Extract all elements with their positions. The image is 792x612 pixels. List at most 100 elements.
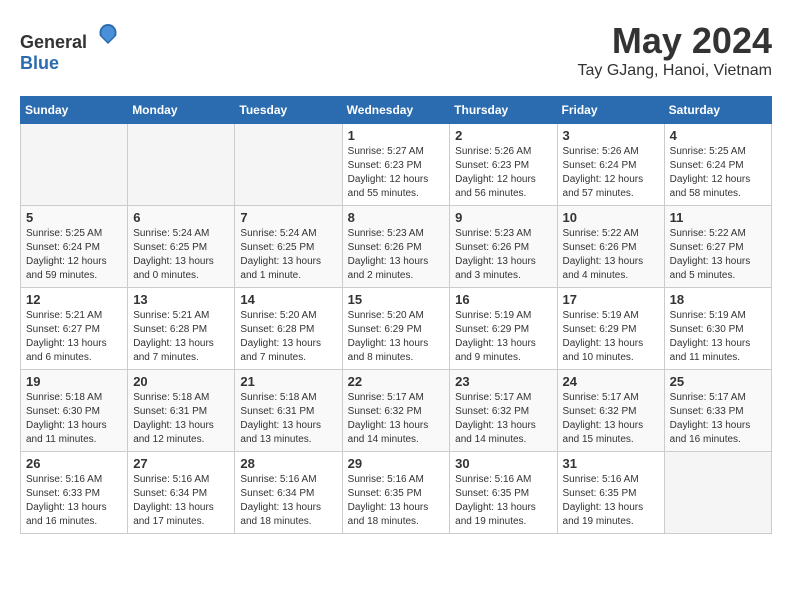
- calendar-cell: [235, 124, 342, 206]
- day-number: 1: [348, 128, 445, 143]
- day-info: Sunrise: 5:19 AMSunset: 6:29 PMDaylight:…: [563, 309, 659, 365]
- day-number: 19: [26, 374, 122, 389]
- calendar-cell: 11 Sunrise: 5:22 AMSunset: 6:27 PMDayligh…: [664, 206, 771, 288]
- day-info: Sunrise: 5:21 AMSunset: 6:28 PMDaylight:…: [133, 309, 229, 365]
- logo-icon: [94, 20, 122, 48]
- calendar-cell: 7 Sunrise: 5:24 AMSunset: 6:25 PMDaylight…: [235, 206, 342, 288]
- day-info: Sunrise: 5:18 AMSunset: 6:30 PMDaylight:…: [26, 391, 122, 447]
- day-info: Sunrise: 5:25 AMSunset: 6:24 PMDaylight:…: [26, 227, 122, 283]
- day-info: Sunrise: 5:16 AMSunset: 6:35 PMDaylight:…: [348, 473, 445, 529]
- calendar-table: SundayMondayTuesdayWednesdayThursdayFrid…: [20, 96, 772, 534]
- calendar-cell: 18 Sunrise: 5:19 AMSunset: 6:30 PMDayligh…: [664, 288, 771, 370]
- calendar-cell: 30 Sunrise: 5:16 AMSunset: 6:35 PMDayligh…: [450, 452, 557, 534]
- day-number: 25: [670, 374, 766, 389]
- day-info: Sunrise: 5:17 AMSunset: 6:33 PMDaylight:…: [670, 391, 766, 447]
- day-info: Sunrise: 5:21 AMSunset: 6:27 PMDaylight:…: [26, 309, 122, 365]
- day-info: Sunrise: 5:19 AMSunset: 6:30 PMDaylight:…: [670, 309, 766, 365]
- day-number: 15: [348, 292, 445, 307]
- day-number: 8: [348, 210, 445, 225]
- logo: General Blue: [20, 20, 122, 74]
- calendar-header-sunday: Sunday: [21, 97, 128, 124]
- calendar-header-row: SundayMondayTuesdayWednesdayThursdayFrid…: [21, 97, 772, 124]
- day-info: Sunrise: 5:19 AMSunset: 6:29 PMDaylight:…: [455, 309, 551, 365]
- day-info: Sunrise: 5:16 AMSunset: 6:33 PMDaylight:…: [26, 473, 122, 529]
- day-info: Sunrise: 5:20 AMSunset: 6:29 PMDaylight:…: [348, 309, 445, 365]
- day-number: 21: [240, 374, 336, 389]
- day-info: Sunrise: 5:16 AMSunset: 6:34 PMDaylight:…: [240, 473, 336, 529]
- day-info: Sunrise: 5:20 AMSunset: 6:28 PMDaylight:…: [240, 309, 336, 365]
- calendar-header-saturday: Saturday: [664, 97, 771, 124]
- calendar-cell: 19 Sunrise: 5:18 AMSunset: 6:30 PMDayligh…: [21, 370, 128, 452]
- calendar-week-row: 19 Sunrise: 5:18 AMSunset: 6:30 PMDayligh…: [21, 370, 772, 452]
- day-info: Sunrise: 5:17 AMSunset: 6:32 PMDaylight:…: [563, 391, 659, 447]
- calendar-cell: 6Sunrise: 5:24 AMSunset: 6:25 PMDaylight…: [128, 206, 235, 288]
- day-number: 29: [348, 456, 445, 471]
- day-info: Sunrise: 5:26 AMSunset: 6:23 PMDaylight:…: [455, 145, 551, 201]
- calendar-cell: 15 Sunrise: 5:20 AMSunset: 6:29 PMDayligh…: [342, 288, 450, 370]
- day-number: 27: [133, 456, 229, 471]
- day-info: Sunrise: 5:18 AMSunset: 6:31 PMDaylight:…: [240, 391, 336, 447]
- calendar-cell: 14 Sunrise: 5:20 AMSunset: 6:28 PMDayligh…: [235, 288, 342, 370]
- calendar-week-row: 5 Sunrise: 5:25 AMSunset: 6:24 PMDaylight…: [21, 206, 772, 288]
- page-header: General Blue May 2024 Tay GJang, Hanoi, …: [20, 20, 772, 80]
- day-number: 28: [240, 456, 336, 471]
- day-info: Sunrise: 5:17 AMSunset: 6:32 PMDaylight:…: [455, 391, 551, 447]
- calendar-cell: 16 Sunrise: 5:19 AMSunset: 6:29 PMDayligh…: [450, 288, 557, 370]
- subtitle: Tay GJang, Hanoi, Vietnam: [578, 62, 772, 80]
- calendar-cell: 10Sunrise: 5:22 AMSunset: 6:26 PMDayligh…: [557, 206, 664, 288]
- day-number: 11: [670, 210, 766, 225]
- day-number: 17: [563, 292, 659, 307]
- day-info: Sunrise: 5:24 AMSunset: 6:25 PMDaylight:…: [133, 227, 229, 283]
- day-number: 7: [240, 210, 336, 225]
- day-number: 18: [670, 292, 766, 307]
- calendar-cell: 5 Sunrise: 5:25 AMSunset: 6:24 PMDaylight…: [21, 206, 128, 288]
- calendar-cell: 9 Sunrise: 5:23 AMSunset: 6:26 PMDaylight…: [450, 206, 557, 288]
- day-number: 14: [240, 292, 336, 307]
- day-info: Sunrise: 5:24 AMSunset: 6:25 PMDaylight:…: [240, 227, 336, 283]
- calendar-cell: 17 Sunrise: 5:19 AMSunset: 6:29 PMDayligh…: [557, 288, 664, 370]
- calendar-header-wednesday: Wednesday: [342, 97, 450, 124]
- calendar-cell: 27 Sunrise: 5:16 AMSunset: 6:34 PMDayligh…: [128, 452, 235, 534]
- day-info: Sunrise: 5:17 AMSunset: 6:32 PMDaylight:…: [348, 391, 445, 447]
- calendar-cell: 23 Sunrise: 5:17 AMSunset: 6:32 PMDayligh…: [450, 370, 557, 452]
- day-info: Sunrise: 5:26 AMSunset: 6:24 PMDaylight:…: [563, 145, 659, 201]
- calendar-cell: 2Sunrise: 5:26 AMSunset: 6:23 PMDaylight…: [450, 124, 557, 206]
- day-info: Sunrise: 5:22 AMSunset: 6:27 PMDaylight:…: [670, 227, 766, 283]
- calendar-cell: 21 Sunrise: 5:18 AMSunset: 6:31 PMDayligh…: [235, 370, 342, 452]
- day-info: Sunrise: 5:22 AMSunset: 6:26 PMDaylight:…: [563, 227, 659, 283]
- calendar-cell: 20Sunrise: 5:18 AMSunset: 6:31 PMDayligh…: [128, 370, 235, 452]
- calendar-header-monday: Monday: [128, 97, 235, 124]
- day-number: 23: [455, 374, 551, 389]
- calendar-cell: 12 Sunrise: 5:21 AMSunset: 6:27 PMDayligh…: [21, 288, 128, 370]
- day-number: 16: [455, 292, 551, 307]
- calendar-cell: 4Sunrise: 5:25 AMSunset: 6:24 PMDaylight…: [664, 124, 771, 206]
- day-number: 30: [455, 456, 551, 471]
- calendar-cell: 26Sunrise: 5:16 AMSunset: 6:33 PMDayligh…: [21, 452, 128, 534]
- day-number: 3: [563, 128, 659, 143]
- logo-text-blue: Blue: [20, 53, 59, 73]
- calendar-cell: [21, 124, 128, 206]
- calendar-cell: 1 Sunrise: 5:27 AMSunset: 6:23 PMDaylight…: [342, 124, 450, 206]
- day-number: 12: [26, 292, 122, 307]
- calendar-cell: 28 Sunrise: 5:16 AMSunset: 6:34 PMDayligh…: [235, 452, 342, 534]
- day-number: 13: [133, 292, 229, 307]
- day-number: 9: [455, 210, 551, 225]
- logo-text-general: General: [20, 32, 87, 52]
- day-info: Sunrise: 5:25 AMSunset: 6:24 PMDaylight:…: [670, 145, 766, 201]
- day-number: 20: [133, 374, 229, 389]
- day-info: Sunrise: 5:23 AMSunset: 6:26 PMDaylight:…: [455, 227, 551, 283]
- title-section: May 2024 Tay GJang, Hanoi, Vietnam: [578, 20, 772, 80]
- day-info: Sunrise: 5:16 AMSunset: 6:34 PMDaylight:…: [133, 473, 229, 529]
- day-number: 5: [26, 210, 122, 225]
- main-title: May 2024: [578, 20, 772, 62]
- calendar-cell: 25 Sunrise: 5:17 AMSunset: 6:33 PMDayligh…: [664, 370, 771, 452]
- calendar-cell: 13 Sunrise: 5:21 AMSunset: 6:28 PMDayligh…: [128, 288, 235, 370]
- day-number: 31: [563, 456, 659, 471]
- day-number: 24: [563, 374, 659, 389]
- calendar-cell: [664, 452, 771, 534]
- calendar-cell: 29 Sunrise: 5:16 AMSunset: 6:35 PMDayligh…: [342, 452, 450, 534]
- day-info: Sunrise: 5:16 AMSunset: 6:35 PMDaylight:…: [455, 473, 551, 529]
- calendar-cell: 3 Sunrise: 5:26 AMSunset: 6:24 PMDaylight…: [557, 124, 664, 206]
- calendar-week-row: 26Sunrise: 5:16 AMSunset: 6:33 PMDayligh…: [21, 452, 772, 534]
- day-info: Sunrise: 5:27 AMSunset: 6:23 PMDaylight:…: [348, 145, 445, 201]
